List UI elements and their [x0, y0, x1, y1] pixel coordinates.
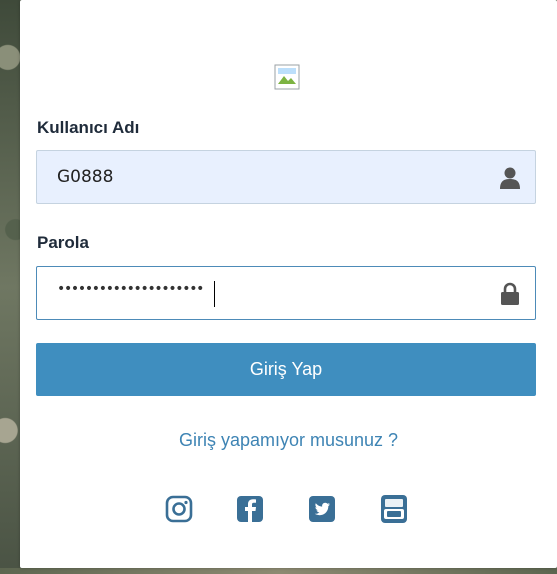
username-value: G0888 [57, 167, 114, 187]
text-caret [214, 281, 215, 307]
username-label: Kullanıcı Adı [37, 118, 140, 137]
password-field[interactable]: ••••••••••••••••••••• [36, 266, 536, 320]
twitter-icon[interactable] [308, 494, 336, 524]
password-label: Parola [37, 233, 89, 252]
broken-image-icon [274, 64, 300, 90]
facebook-icon[interactable] [236, 494, 264, 524]
username-field[interactable]: G0888 [36, 150, 536, 204]
password-value: ••••••••••••••••••••• [57, 281, 204, 297]
help-link[interactable]: Giriş yapamıyor musunuz ? [20, 430, 557, 451]
login-card: Kullanıcı Adı G0888 Parola •••••••••••••… [20, 0, 557, 568]
background-photo-bottom [0, 568, 557, 574]
user-icon [500, 167, 520, 189]
lock-icon [501, 282, 519, 305]
login-button[interactable]: Giriş Yap [36, 343, 536, 396]
youtube-icon[interactable] [380, 494, 408, 524]
instagram-icon[interactable] [165, 494, 193, 524]
